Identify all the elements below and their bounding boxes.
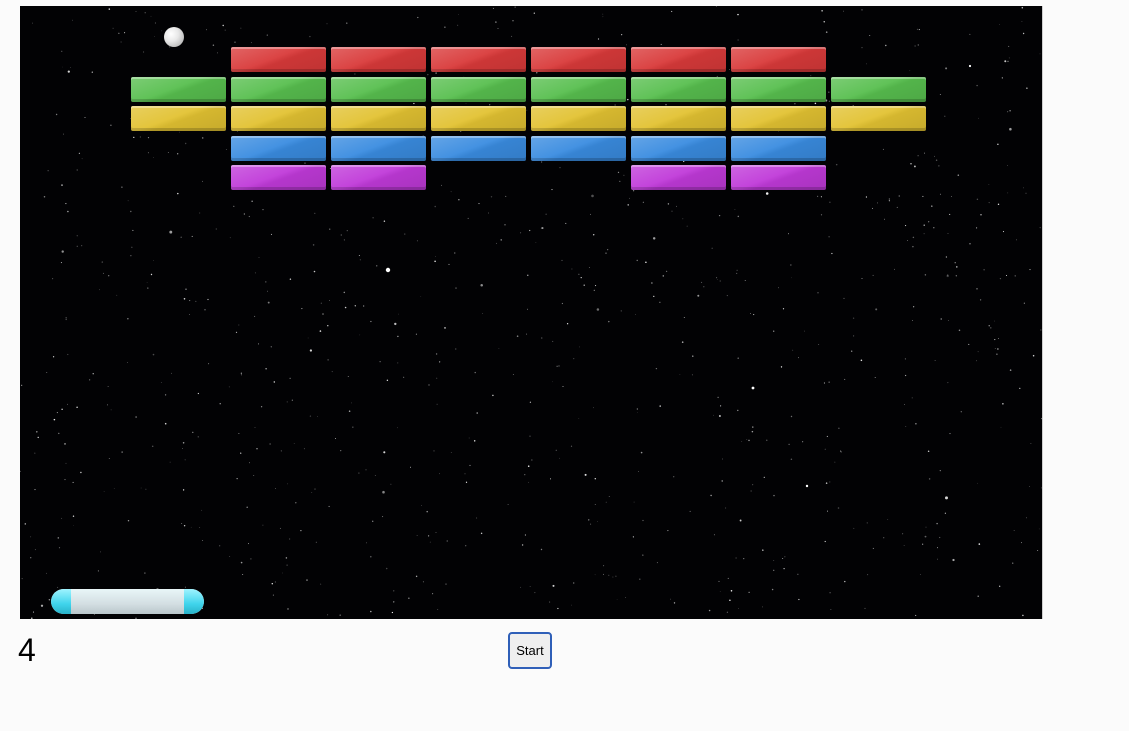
brick-purple — [731, 165, 826, 190]
brick-yellow — [831, 106, 926, 131]
brick-green — [831, 77, 926, 102]
brick-yellow — [431, 106, 526, 131]
brick-blue — [631, 136, 726, 161]
brick-blue — [531, 136, 626, 161]
brick-green — [231, 77, 326, 102]
brick-yellow — [731, 106, 826, 131]
brick-red — [731, 47, 826, 72]
brick-red — [531, 47, 626, 72]
brick-yellow — [531, 106, 626, 131]
brick-wall — [20, 6, 1042, 619]
start-button[interactable]: Start — [508, 632, 552, 669]
brick-yellow — [631, 106, 726, 131]
brick-red — [231, 47, 326, 72]
brick-green — [631, 77, 726, 102]
brick-yellow — [231, 106, 326, 131]
lives-counter: 4 — [18, 632, 36, 668]
paddle[interactable] — [51, 589, 204, 614]
brick-green — [131, 77, 226, 102]
brick-blue — [431, 136, 526, 161]
brick-purple — [631, 165, 726, 190]
paddle-left-cap — [51, 589, 71, 614]
brick-red — [331, 47, 426, 72]
game-canvas[interactable] — [20, 6, 1043, 619]
brick-purple — [331, 165, 426, 190]
brick-green — [731, 77, 826, 102]
brick-blue — [231, 136, 326, 161]
brick-green — [331, 77, 426, 102]
brick-red — [631, 47, 726, 72]
brick-red — [431, 47, 526, 72]
brick-green — [531, 77, 626, 102]
brick-yellow — [331, 106, 426, 131]
brick-blue — [731, 136, 826, 161]
brick-green — [431, 77, 526, 102]
brick-blue — [331, 136, 426, 161]
brick-yellow — [131, 106, 226, 131]
ball — [164, 27, 184, 47]
brick-purple — [231, 165, 326, 190]
